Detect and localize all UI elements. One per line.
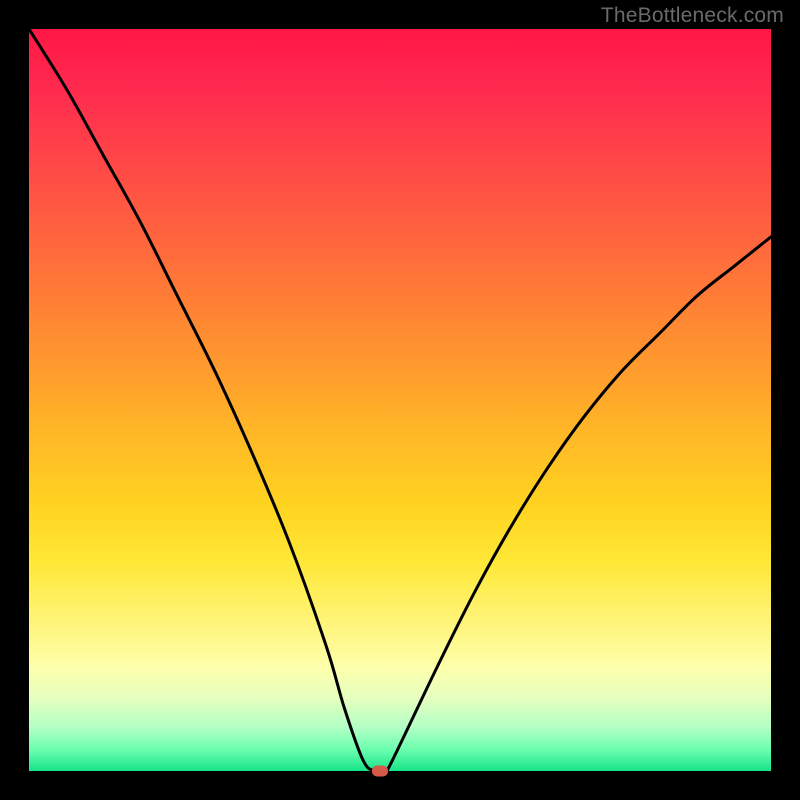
bottleneck-curve xyxy=(29,29,771,771)
bottleneck-marker xyxy=(372,766,388,777)
curve-svg xyxy=(29,29,771,771)
watermark-text: TheBottleneck.com xyxy=(601,4,784,28)
chart-frame: TheBottleneck.com xyxy=(0,0,800,800)
plot-area xyxy=(29,29,771,771)
